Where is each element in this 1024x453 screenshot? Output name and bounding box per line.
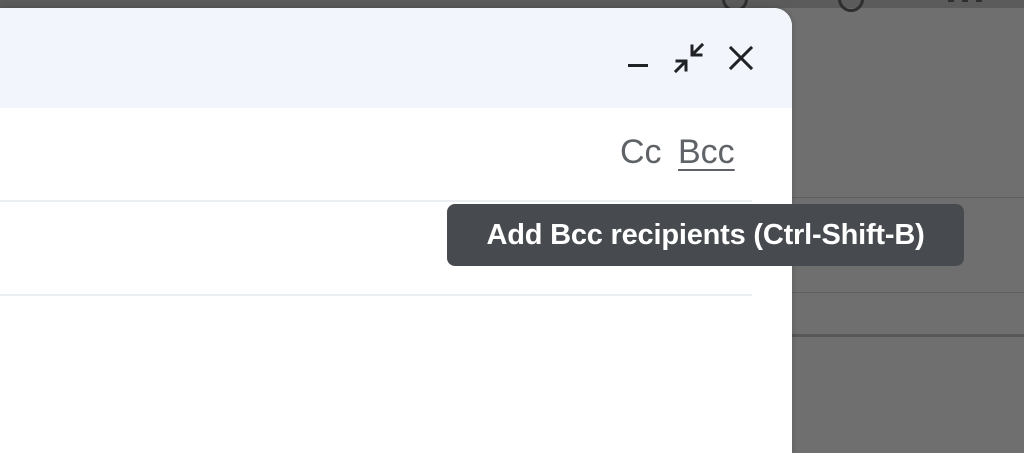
minimize-icon [626,46,650,70]
close-button[interactable] [721,38,761,78]
bcc-link[interactable]: Bcc [678,130,735,174]
compose-header [0,8,792,108]
close-icon [727,44,755,72]
exit-fullscreen-button[interactable] [669,38,709,78]
background-divider [792,197,1024,198]
message-body[interactable] [0,296,792,453]
settings-gear-icon [838,0,864,12]
minimize-button[interactable] [618,38,658,78]
cc-link[interactable]: Cc [620,130,662,174]
exit-fullscreen-icon [672,41,706,75]
background-topbar [0,0,1024,8]
apps-grid-icon [948,0,988,8]
background-divider [792,334,1024,337]
recipients-row: Cc Bcc [0,108,752,202]
background-divider [792,292,1024,293]
bcc-tooltip: Add Bcc recipients (Ctrl-Shift-B) [447,204,964,266]
